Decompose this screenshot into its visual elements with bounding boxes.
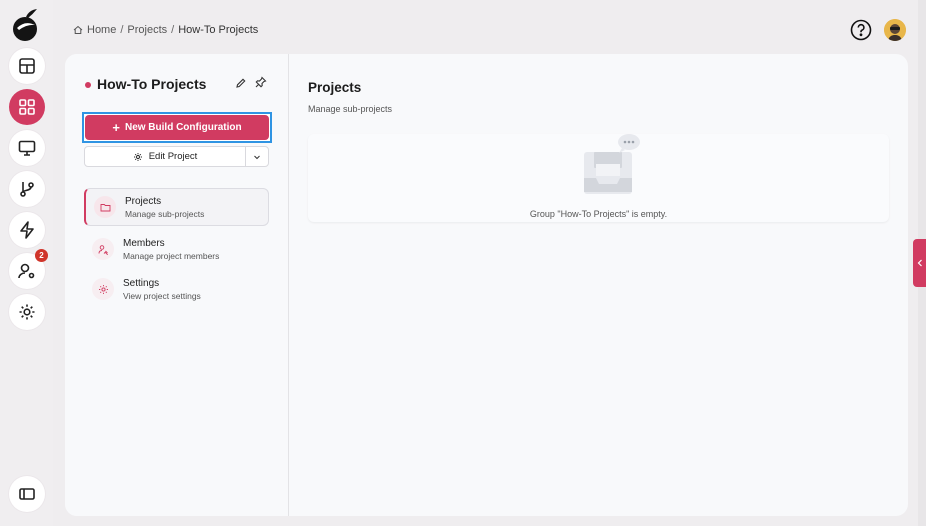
project-status-dot [85, 82, 91, 88]
new-build-configuration-button[interactable]: + New Build Configuration [82, 112, 272, 143]
nav-item-settings[interactable]: Settings View project settings [84, 270, 269, 308]
layout-icon [19, 58, 35, 74]
rail-users-button[interactable]: 2 [9, 249, 48, 289]
rail-projects-button[interactable] [9, 89, 45, 125]
breadcrumb: Home / Projects / How-To Projects [73, 24, 258, 36]
gear-icon [133, 152, 142, 161]
nav-item-members[interactable]: Members Manage project members [84, 230, 269, 268]
empty-inbox-icon [584, 134, 640, 194]
rail-settings-button[interactable] [9, 294, 45, 330]
content-subtitle: Manage sub-projects [308, 104, 393, 114]
sidebar-toggle-icon [19, 488, 35, 500]
app-logo[interactable] [11, 8, 41, 42]
breadcrumb-separator: / [120, 24, 124, 36]
edit-project-label: Edit Project [148, 151, 198, 162]
rail-vcs-button[interactable] [9, 171, 45, 207]
nav-item-projects[interactable]: Projects Manage sub-projects [84, 188, 269, 226]
edit-project-button[interactable]: Edit Project [85, 147, 246, 166]
help-icon[interactable] [850, 19, 872, 41]
nav-label: Projects [125, 195, 162, 207]
main-card: How-To Projects + New Build Configuratio… [65, 54, 908, 516]
chevron-left-icon [917, 259, 922, 267]
project-sidebar: How-To Projects + New Build Configuratio… [65, 54, 289, 516]
new-build-configuration-inner: + New Build Configuration [85, 115, 269, 140]
folder-icon [94, 196, 116, 218]
monitor-icon [18, 140, 36, 156]
breadcrumb-separator: / [171, 24, 175, 36]
git-branch-icon [20, 182, 34, 197]
members-icon [92, 238, 114, 260]
expand-panel-tab[interactable] [913, 239, 926, 287]
pin-icon[interactable] [255, 76, 267, 88]
rail-agents-button[interactable] [9, 130, 45, 166]
gear-icon [92, 278, 114, 300]
nav-sub: Manage sub-projects [125, 208, 205, 219]
breadcrumb-projects[interactable]: Projects [127, 24, 167, 36]
content-title: Projects [308, 80, 362, 95]
sidebar-toggle-button[interactable] [9, 476, 45, 512]
rail-builds-button[interactable] [9, 212, 45, 248]
empty-state-text: Group "How-To Projects" is empty. [529, 209, 668, 219]
nav-sub: Manage project members [123, 250, 220, 261]
breadcrumb-home[interactable]: Home [87, 24, 116, 36]
edit-project-dropdown[interactable] [246, 147, 268, 166]
new-build-label: New Build Configuration [124, 122, 242, 133]
avatar-image [884, 19, 906, 41]
nav-sub: View project settings [123, 290, 201, 301]
edit-project-group: Edit Project [84, 146, 269, 167]
left-rail: 2 [0, 0, 53, 526]
rail-dashboard-button[interactable] [9, 48, 45, 84]
plus-icon: + [112, 119, 120, 135]
project-title: How-To Projects [97, 76, 207, 92]
grid-icon [19, 99, 35, 115]
lightning-icon [20, 221, 34, 239]
gear-icon [19, 304, 35, 320]
breadcrumb-current: How-To Projects [178, 24, 259, 36]
home-icon[interactable] [73, 25, 83, 35]
nav-label: Settings [123, 277, 160, 289]
user-settings-icon [18, 263, 35, 279]
empty-state: Group "How-To Projects" is empty. [308, 134, 889, 222]
users-badge: 2 [35, 249, 48, 262]
avatar[interactable] [884, 19, 906, 41]
nav-label: Members [123, 237, 165, 249]
pencil-icon[interactable] [235, 77, 247, 89]
chevron-down-icon [254, 155, 260, 159]
